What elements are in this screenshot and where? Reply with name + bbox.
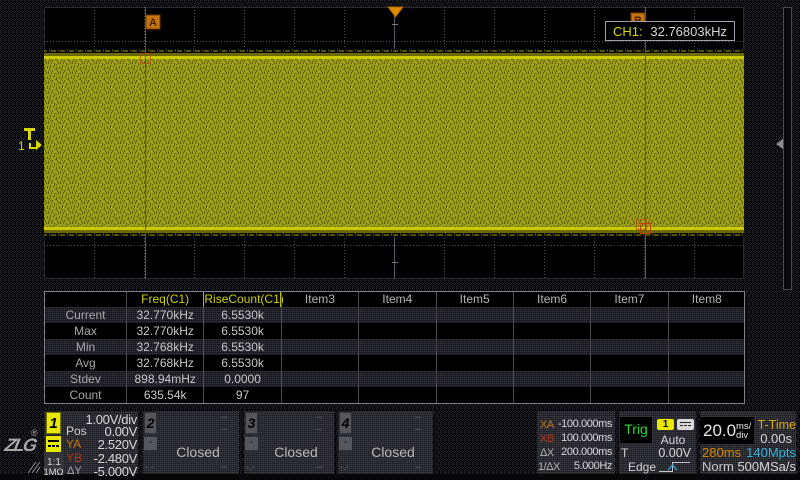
svg-text:1: 1 <box>18 139 25 153</box>
svg-text:A: A <box>149 17 157 29</box>
